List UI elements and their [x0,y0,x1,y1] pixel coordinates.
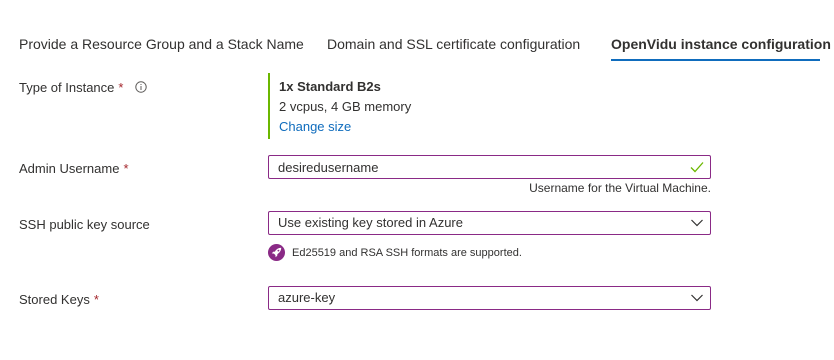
required-asterisk: * [93,292,99,307]
ssh-source-selected: Use existing key stored in Azure [278,215,463,230]
admin-username-field[interactable] [269,156,678,178]
change-size-link[interactable]: Change size [279,119,351,134]
rocket-icon [268,244,285,261]
tab-resource-group[interactable]: Provide a Resource Group and a Stack Nam… [19,36,304,52]
admin-username-label: Admin Username [19,161,120,176]
vm-size-summary: 1x Standard B2s 2 vcpus, 4 GB memory Cha… [268,73,470,139]
chevron-down-icon [691,294,703,302]
ssh-format-note-text: Ed25519 and RSA SSH formats are supporte… [292,247,522,259]
ssh-source-dropdown[interactable]: Use existing key stored in Azure [268,211,711,235]
instance-type-label: Type of Instance [19,80,115,95]
vm-size-name: 1x Standard B2s [279,79,381,94]
chevron-down-icon [691,219,703,227]
ssh-source-label-row: SSH public key source [19,217,150,232]
active-tab-indicator [611,59,820,61]
required-asterisk: * [123,161,129,176]
admin-username-label-row: Admin Username * [19,161,129,176]
stored-keys-dropdown[interactable]: azure-key [268,286,711,310]
required-asterisk: * [118,80,124,95]
stored-keys-label: Stored Keys [19,292,90,307]
wizard-tabs: Provide a Resource Group and a Stack Nam… [0,0,834,64]
admin-username-helper: Username for the Virtual Machine. [529,181,711,195]
tab-openvidu-instance[interactable]: OpenVidu instance configuration [611,36,831,52]
stored-keys-selected: azure-key [278,290,336,305]
ssh-source-label: SSH public key source [19,217,150,232]
tab-domain-ssl[interactable]: Domain and SSL certificate configuration [327,36,580,52]
instance-type-label-row: Type of Instance * [19,80,147,95]
vm-size-specs: 2 vcpus, 4 GB memory [279,99,412,114]
stored-keys-label-row: Stored Keys * [19,292,99,307]
check-icon [690,162,704,173]
info-icon[interactable] [135,81,147,93]
admin-username-input[interactable] [268,155,711,179]
